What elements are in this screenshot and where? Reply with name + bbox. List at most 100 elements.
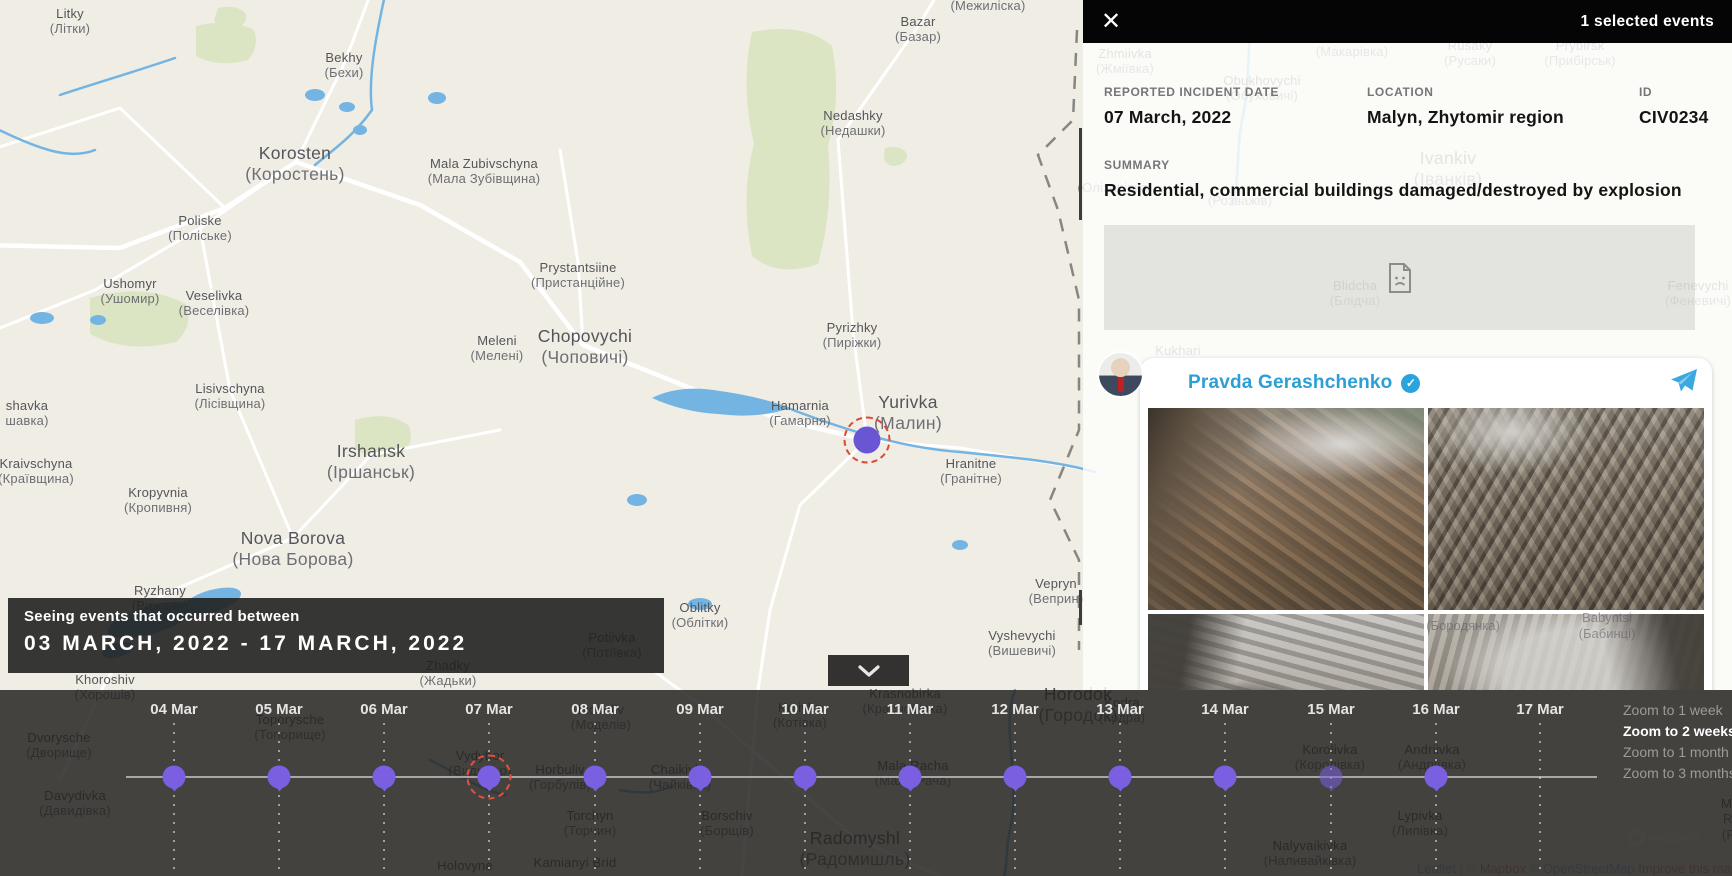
- map-place-label: Litky(Літки): [50, 6, 90, 37]
- timeline[interactable]: 04 Mar 05 Mar 06 Mar 07 Mar 08 Mar 09 Mar 10 M…: [0, 690, 1732, 876]
- timeline-event-dot[interactable]: [1004, 766, 1027, 789]
- timeline-event-dot[interactable]: [163, 766, 186, 789]
- map-place-label: shavkaшавка): [5, 398, 48, 429]
- timeline-event-dot[interactable]: [584, 766, 607, 789]
- close-icon[interactable]: ✕: [1101, 10, 1121, 34]
- embed-photo-2[interactable]: [1428, 408, 1704, 610]
- timeline-zoom-option[interactable]: Zoom to 2 weeks: [1623, 723, 1732, 739]
- map-place-label: Bekhy(Бехи): [324, 50, 363, 81]
- map-place-label: Kraivschyna(Краївщина): [0, 456, 74, 487]
- timeline-event-dot[interactable]: [1320, 766, 1343, 789]
- timeline-event-dot[interactable]: [1425, 766, 1448, 789]
- timeline-zoom-option[interactable]: Zoom to 1 month: [1623, 744, 1732, 760]
- timeline-dotted-gridline: [1224, 723, 1226, 876]
- timeline-zoom-options: Zoom to 1 week Zoom to 2 weeks Zoom to 1 m…: [1623, 702, 1732, 781]
- timeline-dotted-gridline: [1539, 723, 1541, 876]
- map-place-label: Mala Zubivschyna(Мала Зубівщина): [424, 156, 544, 187]
- map-place-label: Poliske(Поліське): [168, 213, 232, 244]
- telegram-icon[interactable]: [1670, 368, 1698, 399]
- timeline-dotted-gridline: [909, 723, 911, 876]
- field-location: LOCATION Malyn, Zhytomir region: [1367, 85, 1564, 128]
- timeline-date-label: 13 Mar: [1096, 701, 1144, 718]
- map-place-label: Nedashky(Недашки): [821, 108, 886, 139]
- timeline-event-dot[interactable]: [1109, 766, 1132, 789]
- panel-header: ✕ 1 selected events: [1083, 0, 1732, 43]
- timeline-date-label: 12 Mar: [991, 701, 1039, 718]
- timeline-dotted-gridline: [1119, 723, 1121, 876]
- timeline-date-label: 04 Mar: [150, 701, 198, 718]
- map-place-label: Ushomyr(Ушомир): [100, 276, 159, 307]
- timeline-zoom-option[interactable]: Zoom to 1 week: [1623, 702, 1732, 718]
- timeline-dotted-gridline: [383, 723, 385, 876]
- event-detail-panel: ✕ 1 selected events REPORTED INCIDENT DA…: [1083, 0, 1732, 690]
- map-label-through-panel: (Бородянка): [1426, 618, 1500, 634]
- timeline-dotted-gridline: [699, 723, 701, 876]
- field-id: ID CIV0234: [1639, 85, 1709, 128]
- map-place-label: Bazar(Базар): [895, 14, 941, 45]
- map-place-label: (Межиліска): [950, 0, 1025, 13]
- map-place-label: Veselivka(Веселівка): [179, 288, 250, 319]
- timeline-dotted-gridline: [804, 723, 806, 876]
- timeline-date-label: 14 Mar: [1201, 701, 1249, 718]
- map-place-label: Vepryn(Веприн): [1029, 576, 1084, 607]
- map-place-label: Korosten(Коростень): [245, 143, 344, 184]
- timeline-dotted-gridline: [594, 723, 596, 876]
- telegram-embed-header: Pravda Gerashchenko ✓: [1140, 358, 1712, 408]
- broken-media-icon: [1388, 263, 1412, 293]
- telegram-photo-grid: [1140, 408, 1712, 690]
- timeline-date-label: 10 Mar: [781, 701, 829, 718]
- timeline-date-label: 09 Mar: [676, 701, 724, 718]
- telegram-author-name[interactable]: Pravda Gerashchenko: [1188, 372, 1392, 394]
- timeline-event-dot[interactable]: [689, 766, 712, 789]
- embed-photo-1[interactable]: [1148, 408, 1424, 610]
- map-place-label: Hamarnia(Гамарня): [769, 398, 831, 429]
- date-range-info-box: Seeing events that occurred between 03 M…: [8, 598, 664, 673]
- timeline-event-dot[interactable]: [794, 766, 817, 789]
- timeline-event-dot[interactable]: [268, 766, 291, 789]
- info-box-date-range: 03 MARCH, 2022 - 17 MARCH, 2022: [24, 632, 648, 656]
- timeline-axis-line: [126, 776, 1597, 778]
- timeline-event-dot[interactable]: [1214, 766, 1237, 789]
- map-place-label: Prystantsiine(Пристанційне): [531, 260, 625, 291]
- timeline-dotted-gridline: [1014, 723, 1016, 876]
- telegram-author-avatar[interactable]: [1097, 351, 1144, 398]
- timeline-dotted-gridline: [1435, 723, 1437, 876]
- timeline-date-label: 15 Mar: [1307, 701, 1355, 718]
- app: Litky(Літки) Bazar(Базар) (Межиліска) Bekhy…: [0, 0, 1732, 876]
- timeline-event-dot[interactable]: [899, 766, 922, 789]
- field-reported-incident-date: REPORTED INCIDENT DATE 07 March, 2022: [1104, 85, 1279, 128]
- panel-edge-boundary: [1079, 0, 1082, 690]
- timeline-dotted-gridline: [278, 723, 280, 876]
- timeline-date-label: 11 Mar: [887, 701, 934, 718]
- field-summary: SUMMARY Residential, commercial building…: [1104, 158, 1704, 201]
- timeline-date-label: 17 Mar: [1516, 701, 1564, 718]
- event-marker-selection-ring: [844, 417, 891, 464]
- map-place-label: Lisivschyna(Лісівщина): [195, 381, 266, 412]
- map-place-label: Hranitne(Гранітне): [940, 456, 1002, 487]
- info-box-caption: Seeing events that occurred between: [24, 608, 648, 625]
- collapse-timeline-button[interactable]: [828, 655, 909, 686]
- map-place-label: Pyrizhky(Пиріжки): [823, 320, 882, 351]
- map-place-label: Chopovychi(Чоповичі): [538, 326, 632, 367]
- map-place-label: Vyshevychi(Вишевичі): [988, 628, 1056, 659]
- map-label-through-panel: Babyntsi(Бабинці): [1579, 610, 1636, 641]
- chevron-down-icon: [858, 665, 880, 677]
- timeline-selected-ring: [467, 755, 512, 800]
- timeline-date-label: 07 Mar: [465, 701, 513, 718]
- embed-photo-3[interactable]: [1148, 614, 1424, 690]
- timeline-dotted-gridline: [488, 723, 490, 876]
- timeline-date-label: 16 Mar: [1412, 701, 1460, 718]
- verified-badge-icon: ✓: [1401, 374, 1420, 393]
- timeline-zoom-option[interactable]: Zoom to 3 months: [1623, 765, 1732, 781]
- timeline-dotted-gridline: [1330, 723, 1332, 876]
- map-place-label: Meleni(Мелені): [471, 333, 524, 364]
- media-placeholder: [1104, 225, 1695, 330]
- map-place-label: Irshansk(Іршанськ): [327, 441, 415, 482]
- selected-events-count: 1 selected events: [1581, 13, 1714, 31]
- timeline-date-label: 05 Mar: [255, 701, 303, 718]
- timeline-date-label: 06 Mar: [360, 701, 408, 718]
- map-place-label: Oblitky(Облітки): [672, 600, 729, 631]
- map-place-label: Nova Borova(Нова Борова): [232, 528, 353, 569]
- timeline-event-dot[interactable]: [373, 766, 396, 789]
- timeline-date-label: 08 Mar: [571, 701, 619, 718]
